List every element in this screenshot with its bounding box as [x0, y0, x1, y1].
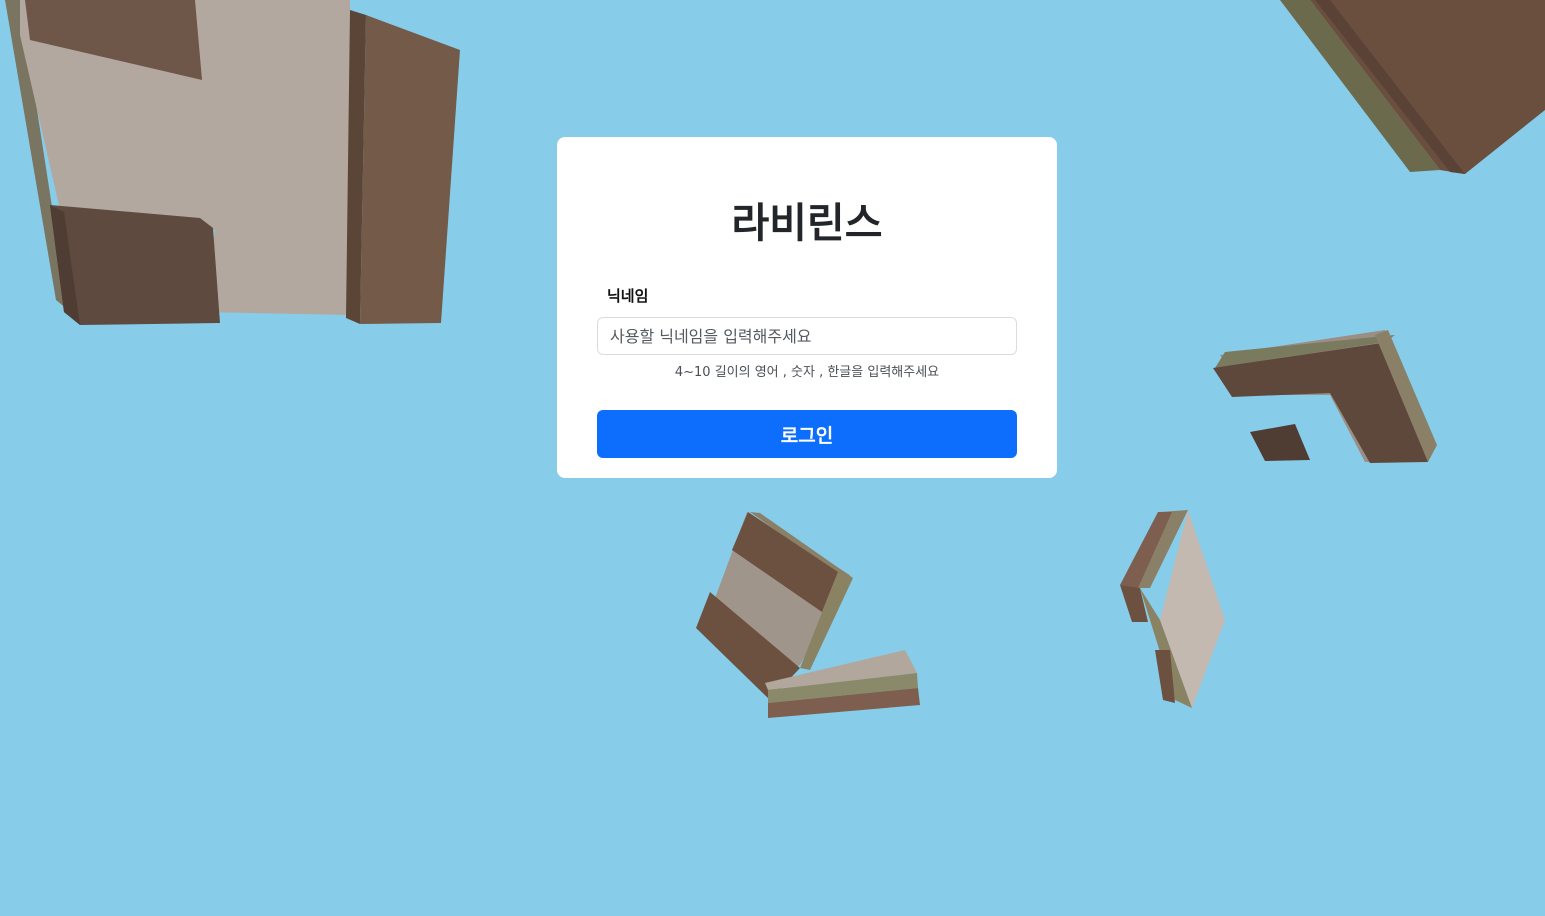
maze-block-right-center	[1120, 510, 1225, 708]
maze-block-center	[696, 512, 920, 718]
maze-block-top-left	[5, 0, 460, 325]
app-title: 라비린스	[731, 199, 883, 247]
maze-block-top-right	[1280, 0, 1545, 174]
nickname-label: 닉네임	[607, 287, 649, 305]
nickname-input[interactable]	[597, 317, 1017, 355]
nickname-hint: 4~10 길이의 영어 , 숫자 , 한글을 입력해주세요	[674, 365, 940, 380]
login-button[interactable]: 로그인	[597, 410, 1017, 458]
maze-block-right	[1213, 330, 1437, 463]
login-card: 라비린스 닉네임 4~10 길이의 영어 , 숫자 , 한글을 입력해주세요 로…	[557, 137, 1057, 478]
